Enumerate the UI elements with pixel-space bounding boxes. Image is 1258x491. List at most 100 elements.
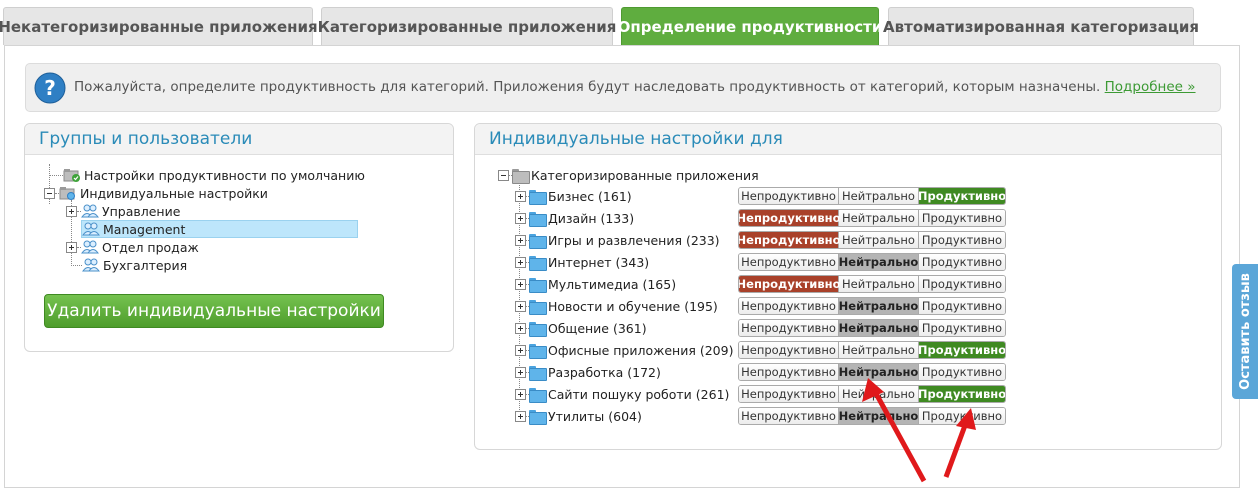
productivity-toggle[interactable]: Непродуктивно Нейтрально Продуктивно [738, 209, 1006, 227]
unproductive-button[interactable]: Непродуктивно [739, 188, 839, 204]
expand-icon[interactable] [515, 410, 526, 422]
folder-icon [529, 343, 547, 359]
expand-icon[interactable] [515, 322, 526, 334]
category-row[interactable]: Новости и обучение (195) [515, 297, 718, 315]
tab-bar: Некатегоризированные приложения Категори… [0, 0, 1258, 46]
tree-item-default-settings[interactable]: Настройки продуктивности по умолчанию [49, 166, 365, 184]
unproductive-button[interactable]: Непродуктивно [739, 276, 840, 292]
productive-button[interactable]: Продуктивно [919, 408, 1005, 424]
neutral-button[interactable]: Нейтрально [839, 232, 919, 248]
unproductive-button[interactable]: Непродуктивно [739, 210, 840, 226]
expand-icon[interactable] [66, 205, 77, 217]
productivity-toggle[interactable]: Непродуктивно Нейтрально Продуктивно [738, 187, 1006, 205]
expand-icon[interactable] [515, 256, 526, 268]
tab-uncategorized-apps[interactable]: Некатегоризированные приложения [0, 7, 318, 45]
tree-item-group-management-ru[interactable]: Управление [66, 202, 180, 220]
delete-individual-settings-button[interactable]: Удалить индивидуальные настройки [44, 294, 384, 328]
collapse-icon[interactable] [44, 187, 55, 199]
expand-icon[interactable] [515, 300, 526, 312]
unproductive-button[interactable]: Непродуктивно [739, 232, 840, 248]
feedback-tab[interactable]: Оставить отзыв [1232, 264, 1258, 399]
productive-button[interactable]: Продуктивно [919, 298, 1005, 314]
folder-icon [529, 277, 547, 293]
category-row[interactable]: Мультимедиа (165) [515, 275, 676, 293]
productive-button[interactable]: Продуктивно [919, 320, 1005, 336]
neutral-button[interactable]: Нейтрально [839, 298, 919, 314]
unproductive-button[interactable]: Непродуктивно [739, 386, 839, 402]
productivity-toggle[interactable]: Непродуктивно Нейтрально Продуктивно [738, 319, 1006, 337]
productivity-toggle[interactable]: Непродуктивно Нейтрально Продуктивно [738, 253, 1006, 271]
expand-icon[interactable] [515, 212, 526, 224]
category-row[interactable]: Игры и развлечения (233) [515, 231, 720, 249]
category-label: Дизайн (133) [548, 210, 635, 226]
tree-item-accounting[interactable]: Бухгалтерия [71, 256, 187, 274]
expand-icon[interactable] [515, 388, 526, 400]
productive-button[interactable]: Продуктивно [919, 276, 1005, 292]
unproductive-button[interactable]: Непродуктивно [739, 254, 839, 270]
productive-button[interactable]: Продуктивно [919, 232, 1005, 248]
neutral-button[interactable]: Нейтрально [839, 320, 919, 336]
unproductive-button[interactable]: Непродуктивно [739, 320, 839, 336]
productive-button[interactable]: Продуктивно [919, 364, 1005, 380]
category-row[interactable]: Офисные приложения (209) [515, 341, 733, 359]
unproductive-button[interactable]: Непродуктивно [739, 408, 839, 424]
neutral-button[interactable]: Нейтрально [839, 342, 919, 358]
expand-icon[interactable] [515, 344, 526, 356]
category-label: Интернет (343) [548, 254, 650, 270]
category-row[interactable]: Утилиты (604) [515, 407, 642, 425]
question-icon: ? [34, 72, 66, 104]
category-label: Мультимедиа (165) [548, 276, 677, 292]
tab-categorized-apps[interactable]: Категоризированные приложения [318, 7, 616, 45]
category-row[interactable]: Сайти пошуку роботи (261) [515, 385, 729, 403]
category-row[interactable]: Разработка (172) [515, 363, 661, 381]
unproductive-button[interactable]: Непродуктивно [739, 298, 839, 314]
folder-icon [529, 321, 547, 337]
expand-icon[interactable] [515, 366, 526, 378]
unproductive-button[interactable]: Непродуктивно [739, 364, 839, 380]
category-label: Офисные приложения (209) [548, 342, 734, 358]
productive-button[interactable]: Продуктивно [919, 210, 1005, 226]
learn-more-link[interactable]: Подробнее » [1105, 79, 1196, 95]
category-label: Сайти пошуку роботи (261) [548, 386, 730, 402]
expand-icon[interactable] [515, 234, 526, 246]
productive-button[interactable]: Продуктивно [918, 386, 1005, 402]
tab-auto-categorization[interactable]: Автоматизированная категоризация [883, 7, 1199, 45]
tree-root-categorized-apps[interactable]: Категоризированные приложения [498, 166, 759, 184]
expand-icon[interactable] [66, 241, 77, 253]
users-icon [82, 222, 100, 236]
expand-icon[interactable] [515, 278, 526, 290]
category-row[interactable]: Интернет (343) [515, 253, 649, 271]
collapse-icon[interactable] [498, 169, 509, 181]
tree-item-label: Management [103, 221, 186, 237]
category-row[interactable]: Дизайн (133) [515, 209, 634, 227]
productive-button[interactable]: Продуктивно [918, 342, 1005, 358]
neutral-button[interactable]: Нейтрально [839, 188, 919, 204]
productivity-toggle[interactable]: Непродуктивно Нейтрально Продуктивно [738, 231, 1006, 249]
neutral-button[interactable]: Нейтрально [839, 364, 919, 380]
neutral-button[interactable]: Нейтрально [839, 386, 919, 402]
productivity-toggle[interactable]: Непродуктивно Нейтрально Продуктивно [738, 407, 1006, 425]
expand-icon[interactable] [515, 190, 526, 202]
productivity-toggle[interactable]: Непродуктивно Нейтрально Продуктивно [738, 341, 1006, 359]
unproductive-button[interactable]: Непродуктивно [739, 342, 839, 358]
category-label: Игры и развлечения (233) [548, 232, 720, 248]
productivity-toggle[interactable]: Непродуктивно Нейтрально Продуктивно [738, 363, 1006, 381]
neutral-button[interactable]: Нейтрально [839, 408, 919, 424]
tree-item-label: Отдел продаж [102, 239, 199, 255]
neutral-button[interactable]: Нейтрально [839, 254, 919, 270]
info-banner: ? Пожалуйста, определите продуктивность … [25, 63, 1221, 112]
tree-item-sales-department[interactable]: Отдел продаж [66, 238, 199, 256]
productive-button[interactable]: Продуктивно [918, 188, 1005, 204]
tree-item-individual-settings[interactable]: Индивидуальные настройки [44, 184, 268, 202]
productivity-toggle[interactable]: Непродуктивно Нейтрально Продуктивно [738, 385, 1006, 403]
neutral-button[interactable]: Нейтрально [839, 276, 919, 292]
productivity-toggle[interactable]: Непродуктивно Нейтрально Продуктивно [738, 297, 1006, 315]
neutral-button[interactable]: Нейтрально [839, 210, 919, 226]
category-row[interactable]: Бизнес (161) [515, 187, 632, 205]
tree-item-management[interactable]: Management [81, 220, 358, 238]
tab-productivity-definition[interactable]: Определение продуктивности [618, 7, 882, 45]
productivity-toggle[interactable]: Непродуктивно Нейтрально Продуктивно [738, 275, 1006, 293]
category-row[interactable]: Общение (361) [515, 319, 647, 337]
productive-button[interactable]: Продуктивно [919, 254, 1005, 270]
individual-settings-panel: Индивидуальные настройки для Категоризир… [474, 123, 1222, 450]
